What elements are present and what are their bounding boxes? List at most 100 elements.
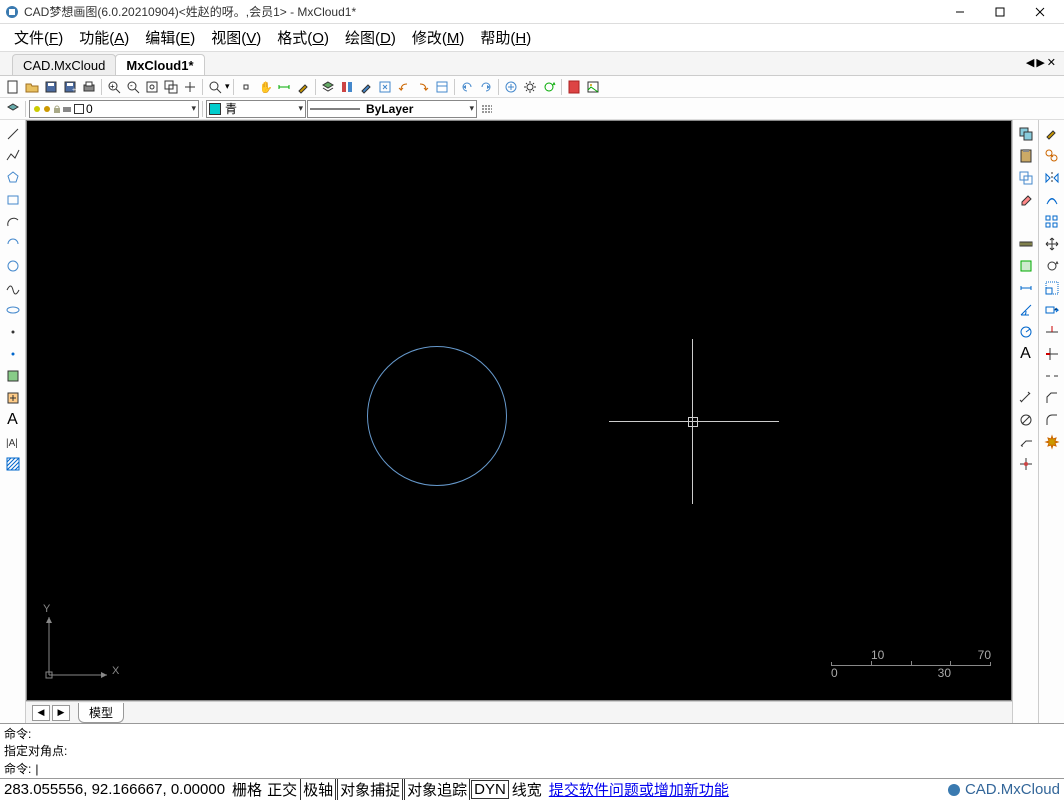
menu-view[interactable]: 视图(V) bbox=[203, 25, 269, 50]
dim-lin-icon[interactable] bbox=[1016, 278, 1036, 298]
fillet-tool-icon[interactable] bbox=[1042, 410, 1062, 430]
undo1-icon[interactable] bbox=[395, 78, 413, 96]
status-dyn-toggle[interactable]: DYN bbox=[471, 780, 509, 799]
command-input[interactable] bbox=[35, 762, 235, 776]
prop-panel-icon[interactable] bbox=[433, 78, 451, 96]
spline-tool-icon[interactable] bbox=[3, 278, 23, 298]
rect-tool-icon[interactable] bbox=[3, 190, 23, 210]
chamfer-tool-icon[interactable] bbox=[1042, 388, 1062, 408]
hatch-tool-icon[interactable] bbox=[3, 454, 23, 474]
undo-icon[interactable] bbox=[458, 78, 476, 96]
status-lweight-toggle[interactable]: 线宽 bbox=[510, 779, 544, 800]
layer-mgr-icon[interactable] bbox=[4, 100, 22, 118]
model-tab-next[interactable]: ▶ bbox=[52, 705, 70, 721]
cloud-icon[interactable] bbox=[502, 78, 520, 96]
pan-icon[interactable] bbox=[181, 78, 199, 96]
close-button[interactable] bbox=[1020, 0, 1060, 24]
rotate-tool-icon[interactable] bbox=[1042, 256, 1062, 276]
dist-icon[interactable] bbox=[275, 78, 293, 96]
zoom-in-icon[interactable]: + bbox=[105, 78, 123, 96]
menu-function[interactable]: 功能(A) bbox=[71, 25, 137, 50]
stretch-tool-icon[interactable] bbox=[1042, 300, 1062, 320]
linetype-mgr-icon[interactable] bbox=[478, 100, 496, 118]
insert-tool-icon[interactable] bbox=[3, 388, 23, 408]
status-osnap-toggle[interactable]: 对象捕捉 bbox=[337, 778, 403, 800]
tab-next-icon[interactable]: ▶ bbox=[1036, 56, 1044, 69]
copy2-icon[interactable] bbox=[1016, 168, 1036, 188]
dim-diam-icon[interactable] bbox=[1016, 410, 1036, 430]
arc2-tool-icon[interactable] bbox=[3, 234, 23, 254]
props-icon[interactable] bbox=[338, 78, 356, 96]
mtext-tool-icon[interactable]: |A| bbox=[3, 432, 23, 452]
pline-tool-icon[interactable] bbox=[3, 146, 23, 166]
line-tool-icon[interactable] bbox=[3, 124, 23, 144]
brush-icon[interactable] bbox=[294, 78, 312, 96]
dim-aligned-icon[interactable] bbox=[1016, 388, 1036, 408]
linetype-combo[interactable]: ByLayer ▾ bbox=[307, 100, 477, 118]
layer-combo[interactable]: 0 ▾ bbox=[29, 100, 199, 118]
menu-draw[interactable]: 绘图(D) bbox=[337, 25, 404, 50]
model-tab[interactable]: 模型 bbox=[78, 703, 124, 723]
block-tool-icon[interactable] bbox=[3, 366, 23, 386]
status-ortho-toggle[interactable]: 正交 bbox=[265, 779, 299, 800]
status-otrack-toggle[interactable]: 对象追踪 bbox=[404, 778, 470, 800]
img-icon[interactable] bbox=[584, 78, 602, 96]
polygon-tool-icon[interactable] bbox=[3, 168, 23, 188]
erase-icon[interactable] bbox=[1016, 190, 1036, 210]
refresh-icon[interactable] bbox=[540, 78, 558, 96]
extend-tool-icon[interactable] bbox=[1042, 344, 1062, 364]
feedback-link[interactable]: 提交软件问题或增加新功能 bbox=[549, 779, 729, 800]
menu-format[interactable]: 格式(O) bbox=[269, 25, 337, 50]
trim-tool-icon[interactable] bbox=[1042, 322, 1062, 342]
redo-icon[interactable] bbox=[477, 78, 495, 96]
array-tool-icon[interactable] bbox=[1042, 212, 1062, 232]
pdf-icon[interactable] bbox=[565, 78, 583, 96]
circle-tool-icon[interactable] bbox=[3, 256, 23, 276]
model-tab-prev[interactable]: ◀ bbox=[32, 705, 50, 721]
scale-tool-icon[interactable] bbox=[1042, 278, 1062, 298]
redo1-icon[interactable] bbox=[414, 78, 432, 96]
arc-tool-icon[interactable] bbox=[3, 212, 23, 232]
dim-ang-icon[interactable] bbox=[1016, 300, 1036, 320]
offset-tool-icon[interactable] bbox=[1042, 190, 1062, 210]
zoom-out-icon[interactable]: - bbox=[124, 78, 142, 96]
open-icon[interactable] bbox=[23, 78, 41, 96]
trim-aux-icon[interactable] bbox=[1016, 454, 1036, 474]
status-polar-toggle[interactable]: 极轴 bbox=[300, 778, 336, 800]
point-tool-icon[interactable] bbox=[3, 322, 23, 342]
copy-tool-icon[interactable] bbox=[1042, 146, 1062, 166]
move-tool-icon[interactable] bbox=[1042, 234, 1062, 254]
pick-icon[interactable] bbox=[237, 78, 255, 96]
text-tool-icon[interactable]: A bbox=[3, 410, 23, 430]
menu-edit[interactable]: 编辑(E) bbox=[137, 25, 203, 50]
gear-icon[interactable] bbox=[521, 78, 539, 96]
measure-icon[interactable] bbox=[1016, 234, 1036, 254]
break-tool-icon[interactable] bbox=[1042, 366, 1062, 386]
area-icon[interactable] bbox=[1016, 256, 1036, 276]
full-icon[interactable] bbox=[376, 78, 394, 96]
match-icon[interactable] bbox=[357, 78, 375, 96]
ellipse-tool-icon[interactable] bbox=[3, 300, 23, 320]
drawing-canvas[interactable]: Y X 1070 030 bbox=[26, 120, 1012, 701]
menu-modify[interactable]: 修改(M) bbox=[404, 25, 473, 50]
print-icon[interactable] bbox=[80, 78, 98, 96]
menu-help[interactable]: 帮助(H) bbox=[472, 25, 539, 50]
zoom-window-icon[interactable] bbox=[162, 78, 180, 96]
pan-hand-icon[interactable]: ✋ bbox=[256, 78, 274, 96]
color-combo[interactable]: 青 ▾ bbox=[206, 100, 306, 118]
maximize-button[interactable] bbox=[980, 0, 1020, 24]
copy-clip-icon[interactable] bbox=[1016, 124, 1036, 144]
point2-tool-icon[interactable] bbox=[3, 344, 23, 364]
new-icon[interactable] bbox=[4, 78, 22, 96]
status-grid-toggle[interactable]: 栅格 bbox=[230, 779, 264, 800]
zoom-combo-icon[interactable] bbox=[206, 78, 224, 96]
doc-tab-0[interactable]: CAD.MxCloud bbox=[12, 54, 116, 75]
doc-tab-1[interactable]: MxCloud1* bbox=[115, 54, 204, 75]
layers-icon[interactable] bbox=[319, 78, 337, 96]
brush2-icon[interactable] bbox=[1042, 124, 1062, 144]
tab-prev-icon[interactable]: ◀ bbox=[1026, 56, 1034, 69]
dim-rad-icon[interactable] bbox=[1016, 322, 1036, 342]
zoom-extents-icon[interactable] bbox=[143, 78, 161, 96]
save-icon[interactable] bbox=[42, 78, 60, 96]
mirror-tool-icon[interactable] bbox=[1042, 168, 1062, 188]
